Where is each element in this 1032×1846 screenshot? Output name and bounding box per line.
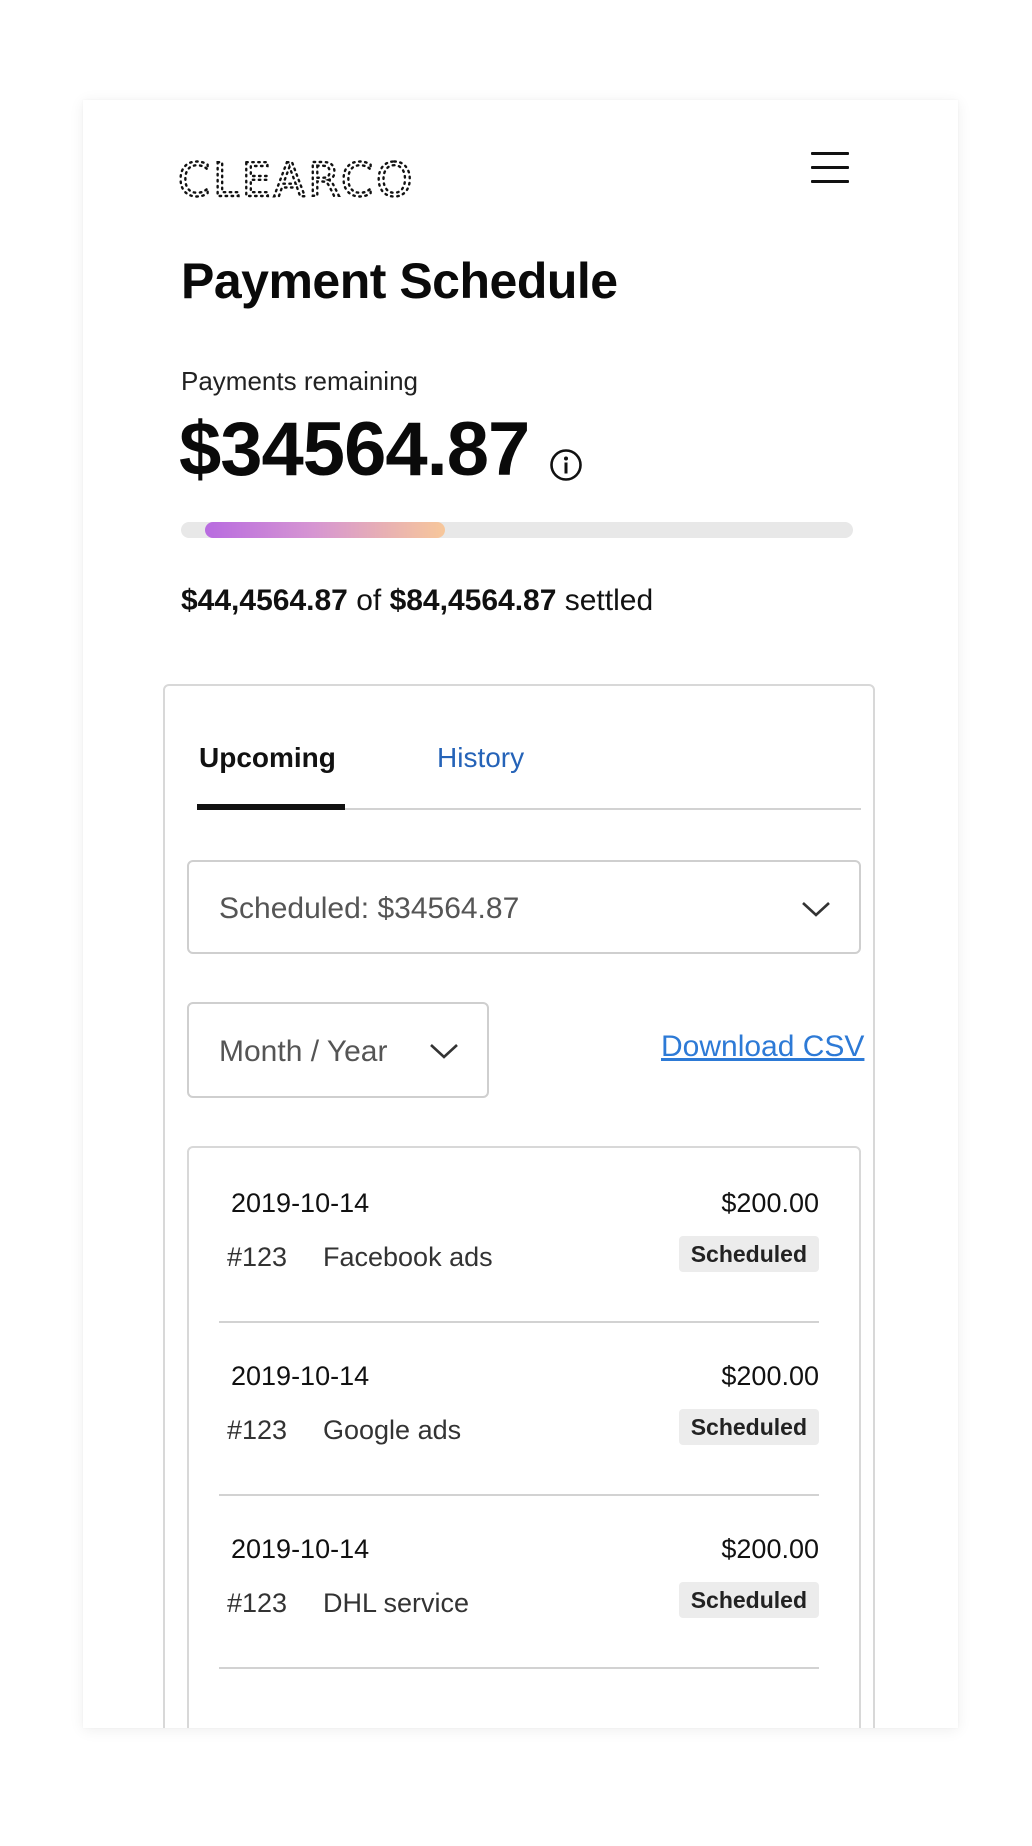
payment-date: 2019-10-14	[231, 1188, 370, 1218]
tab-history[interactable]: History	[437, 742, 524, 774]
scheduled-select-value: Scheduled: $34564.87	[219, 892, 520, 925]
tab-bar: Upcoming History	[197, 686, 861, 810]
settlement-progress-fill	[205, 522, 445, 538]
payment-description: Google ads	[323, 1415, 462, 1445]
tab-upcoming[interactable]: Upcoming	[199, 742, 336, 774]
logo-text: CLEARCO	[178, 153, 415, 202]
status-badge: Scheduled	[678, 1582, 819, 1618]
payment-description: DHL service	[323, 1588, 470, 1618]
page-title: Payment Schedule	[181, 253, 618, 309]
month-year-select[interactable]: Month / Year	[187, 1002, 489, 1098]
settled-summary: $44,4564.87 of $84,4564.87 settled	[181, 584, 653, 618]
payment-description: Facebook ads	[323, 1242, 493, 1272]
payment-date: 2019-10-14	[231, 1361, 370, 1391]
clearco-logo[interactable]: CLEARCO	[177, 152, 438, 208]
payment-amount: $200.00	[721, 1361, 819, 1391]
settled-amount: $44,4564.87	[181, 584, 348, 617]
status-badge: Scheduled	[678, 1236, 819, 1272]
menu-icon-line	[811, 180, 849, 183]
payment-amount: $200.00	[721, 1534, 819, 1564]
month-year-select-value: Month / Year	[219, 1035, 388, 1068]
download-csv-link[interactable]: Download CSV	[661, 1030, 864, 1064]
payment-date: 2019-10-14	[231, 1534, 370, 1564]
settled-of: of	[356, 584, 382, 617]
payments-list: 2019-10-14 $200.00 #123 Facebook ads Sch…	[187, 1146, 861, 1728]
settled-word: settled	[564, 584, 654, 617]
menu-button[interactable]	[811, 152, 851, 184]
info-icon[interactable]	[549, 448, 583, 482]
list-item[interactable]: 2019-10-14 $200.00 #123 Google ads Sched…	[219, 1321, 819, 1496]
settlement-progress-bar	[181, 522, 853, 538]
list-item[interactable]: 2019-10-14 $200.00 #123 DHL service Sche…	[219, 1494, 819, 1669]
menu-icon-line	[811, 152, 849, 155]
status-badge: Scheduled	[678, 1409, 819, 1445]
payment-id: #123	[227, 1588, 288, 1618]
payment-schedule-card: CLEARCO Payment Schedule Payments remain…	[83, 100, 958, 1728]
chevron-down-icon	[802, 902, 830, 917]
active-tab-indicator	[197, 804, 345, 810]
scheduled-select[interactable]: Scheduled: $34564.87	[187, 860, 861, 954]
payment-id: #123	[227, 1415, 288, 1445]
menu-icon-line	[811, 166, 849, 169]
payments-remaining-amount: $34564.87	[179, 407, 530, 492]
payment-id: #123	[227, 1242, 288, 1272]
payment-amount: $200.00	[721, 1188, 819, 1218]
chevron-down-icon	[430, 1044, 458, 1059]
list-item[interactable]: 2019-10-14 $200.00 #123 Facebook ads Sch…	[219, 1148, 819, 1323]
logo-mark: CLEARCO	[177, 152, 415, 208]
total-amount: $84,4564.87	[389, 584, 557, 617]
payments-panel: Upcoming History Scheduled: $34564.87 Mo…	[163, 684, 875, 1728]
payments-remaining-label: Payments remaining	[181, 366, 418, 396]
